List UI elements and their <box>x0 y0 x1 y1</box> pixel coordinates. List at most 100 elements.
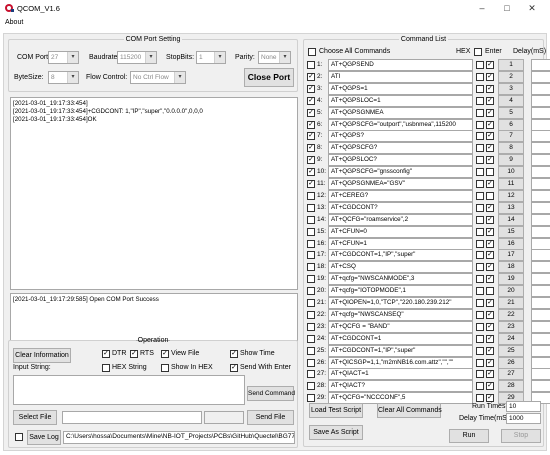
parity-select[interactable]: None ▾ <box>258 51 291 64</box>
command-delay-field[interactable] <box>531 213 550 226</box>
command-delay-field[interactable] <box>531 154 550 167</box>
command-select-checkbox[interactable]: ✓ <box>307 132 315 141</box>
command-delay-field[interactable] <box>531 59 550 71</box>
command-hex-checkbox[interactable] <box>476 84 484 93</box>
command-hex-checkbox[interactable] <box>476 96 484 105</box>
command-delay-field[interactable] <box>531 142 550 155</box>
command-hex-checkbox[interactable] <box>476 370 484 379</box>
command-delay-field[interactable] <box>531 273 550 286</box>
command-send-button[interactable]: 24 <box>498 332 524 345</box>
command-select-checkbox[interactable]: ✓ <box>307 168 315 177</box>
command-select-checkbox[interactable]: ✓ <box>307 84 315 93</box>
command-text-field[interactable]: AT+qcfg="NWSCANSEQ" <box>328 308 473 321</box>
command-text-field[interactable]: AT+QCFG = "BAND" <box>328 320 473 333</box>
command-enter-checkbox[interactable]: ✓ <box>486 394 494 403</box>
clear-all-commands-button[interactable]: Clear All Commands <box>377 403 442 418</box>
command-text-field[interactable]: AT+QICSGP=1,1,"m2mNB16.com.attz","","" <box>328 356 473 369</box>
command-hex-checkbox[interactable] <box>476 156 484 165</box>
command-send-button[interactable]: 10 <box>498 166 524 179</box>
command-text-field[interactable]: AT+CGDCONT=1,"IP","super" <box>328 344 473 357</box>
com-port-select[interactable]: 27 ▾ <box>48 51 79 64</box>
command-select-checkbox[interactable] <box>307 394 315 403</box>
show-in-hex-checkbox[interactable] <box>161 364 169 372</box>
command-text-field[interactable]: AT+qcfg="NWSCANMODE",3 <box>328 273 473 286</box>
command-hex-checkbox[interactable] <box>476 120 484 129</box>
send-file-button[interactable]: Send File <box>247 410 294 425</box>
bytesize-select[interactable]: 8 ▾ <box>48 71 79 84</box>
command-send-button[interactable]: 15 <box>498 225 524 238</box>
command-text-field[interactable]: AT+QGPSGNMEA="GSV" <box>328 178 473 190</box>
command-hex-checkbox[interactable] <box>476 215 484 224</box>
stopbits-select[interactable]: 1 ▾ <box>196 51 226 64</box>
command-text-field[interactable]: AT+CFUN=1 <box>328 237 473 250</box>
command-select-checkbox[interactable] <box>307 251 315 260</box>
command-enter-checkbox[interactable]: ✓ <box>486 180 494 188</box>
command-enter-checkbox[interactable]: ✓ <box>486 299 494 307</box>
command-hex-checkbox[interactable] <box>476 108 484 117</box>
command-select-checkbox[interactable]: ✓ <box>307 120 315 129</box>
command-hex-checkbox[interactable] <box>476 227 484 236</box>
command-delay-field[interactable] <box>531 189 550 202</box>
command-send-button[interactable]: 20 <box>498 285 524 298</box>
command-delay-field[interactable] <box>531 344 550 357</box>
command-select-checkbox[interactable] <box>307 322 315 331</box>
command-select-checkbox[interactable]: ✓ <box>307 108 315 117</box>
command-enter-checkbox[interactable]: ✓ <box>486 144 494 153</box>
command-select-checkbox[interactable]: ✓ <box>307 72 315 81</box>
command-select-checkbox[interactable] <box>307 61 315 69</box>
command-delay-field[interactable] <box>531 225 550 238</box>
command-text-field[interactable]: AT+qcfg="IOTOPMODE",1 <box>328 285 473 298</box>
input-string-field[interactable] <box>13 375 245 405</box>
command-text-field[interactable]: AT+CEREG? <box>328 189 473 202</box>
command-hex-checkbox[interactable] <box>476 299 484 307</box>
command-enter-checkbox[interactable]: ✓ <box>486 203 494 212</box>
command-select-checkbox[interactable] <box>307 215 315 224</box>
rts-checkbox[interactable]: ✓ <box>130 350 138 358</box>
command-delay-field[interactable] <box>531 237 550 250</box>
command-delay-field[interactable] <box>531 166 550 179</box>
command-text-field[interactable]: AT+QIACT? <box>328 380 473 393</box>
command-hex-checkbox[interactable] <box>476 382 484 391</box>
command-send-button[interactable]: 5 <box>498 106 524 119</box>
command-send-button[interactable]: 8 <box>498 142 524 155</box>
command-enter-checkbox[interactable]: ✓ <box>486 156 494 165</box>
select-file-button[interactable]: Select File <box>13 410 57 425</box>
command-delay-field[interactable] <box>531 178 550 190</box>
command-delay-field[interactable] <box>531 368 550 381</box>
command-send-button[interactable]: 9 <box>498 154 524 167</box>
command-text-field[interactable]: AT+CSQ <box>328 261 473 274</box>
view-file-checkbox[interactable]: ✓ <box>161 350 169 358</box>
command-select-checkbox[interactable] <box>307 263 315 272</box>
command-enter-checkbox[interactable]: ✓ <box>486 322 494 331</box>
command-enter-checkbox[interactable]: ✓ <box>486 263 494 272</box>
command-hex-checkbox[interactable] <box>476 394 484 403</box>
show-time-checkbox[interactable]: ✓ <box>230 350 238 358</box>
command-hex-checkbox[interactable] <box>476 346 484 355</box>
command-text-field[interactable]: AT+QGPSCFG="outport","usbnmea",115200 <box>328 118 473 131</box>
command-enter-checkbox[interactable]: ✓ <box>486 251 494 260</box>
command-text-field[interactable]: AT+CGDCONT=1,"IP","super" <box>328 249 473 262</box>
command-send-button[interactable]: 7 <box>498 130 524 143</box>
command-text-field[interactable]: AT+QCFG="roamservice",2 <box>328 213 473 226</box>
command-enter-checkbox[interactable]: ✓ <box>486 96 494 105</box>
command-select-checkbox[interactable] <box>307 346 315 355</box>
command-enter-checkbox[interactable]: ✓ <box>486 108 494 117</box>
command-enter-checkbox[interactable]: ✓ <box>486 370 494 379</box>
command-send-button[interactable]: 12 <box>498 189 524 202</box>
command-select-checkbox[interactable]: ✓ <box>307 180 315 188</box>
command-delay-field[interactable] <box>531 82 550 95</box>
command-enter-checkbox[interactable]: ✓ <box>486 382 494 391</box>
command-hex-checkbox[interactable] <box>476 239 484 248</box>
command-send-button[interactable]: 14 <box>498 213 524 226</box>
command-enter-checkbox[interactable]: ✓ <box>486 239 494 248</box>
command-text-field[interactable]: AT+QGPSGNMEA <box>328 106 473 119</box>
command-enter-checkbox[interactable]: ✓ <box>486 120 494 129</box>
command-enter-checkbox[interactable]: ✓ <box>486 215 494 224</box>
command-select-checkbox[interactable] <box>307 191 315 200</box>
close-port-button[interactable]: Close Port <box>244 68 294 87</box>
command-enter-checkbox[interactable] <box>486 191 494 200</box>
command-delay-field[interactable] <box>531 106 550 119</box>
clear-information-button[interactable]: Clear Information <box>13 348 71 363</box>
save-log-button[interactable]: Save Log <box>27 430 61 445</box>
command-hex-checkbox[interactable] <box>476 263 484 272</box>
